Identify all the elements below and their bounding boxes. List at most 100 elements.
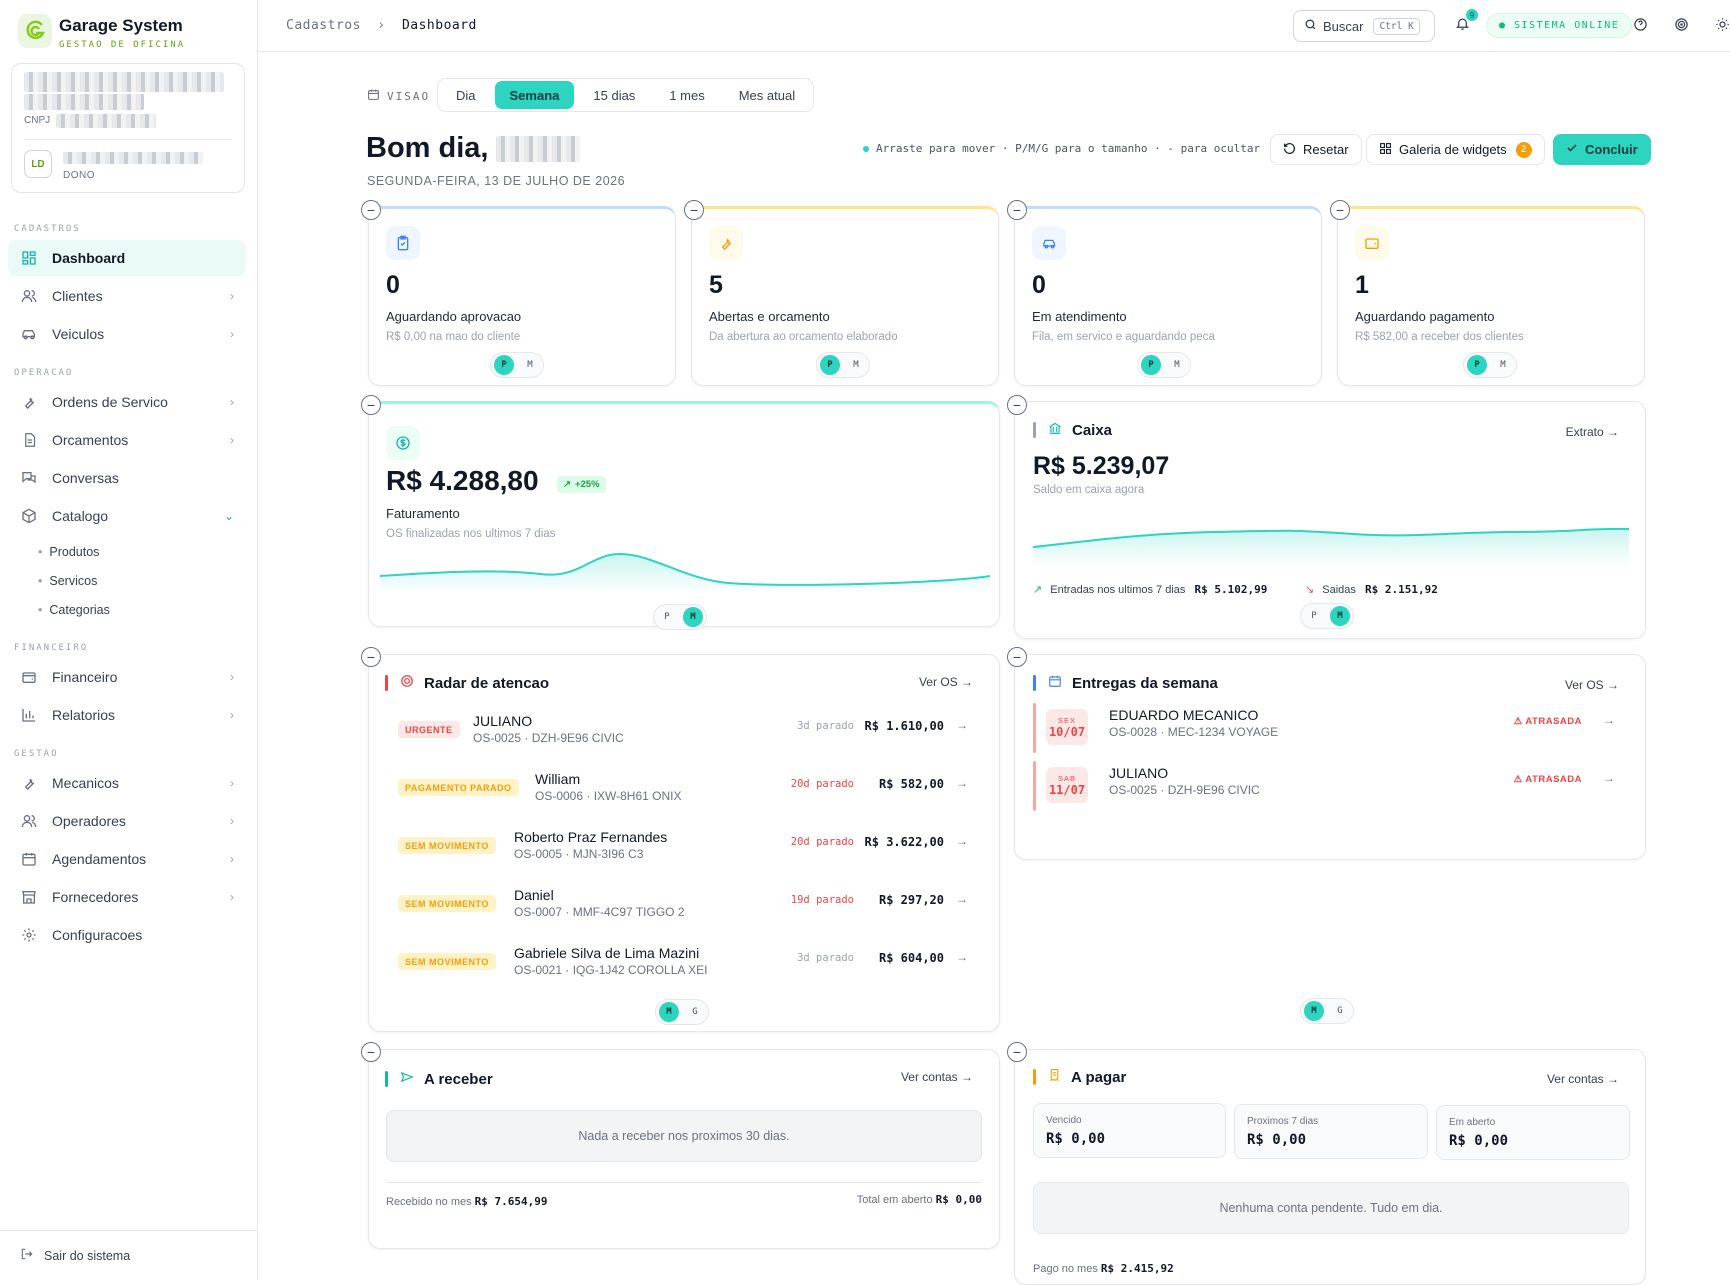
view-option-mes-atual[interactable]: Mes atual [724, 81, 810, 109]
sidebar-item-clientes[interactable]: Clientes › [8, 278, 246, 314]
payables-title-text: A pagar [1071, 1068, 1127, 1086]
arrow-right-icon[interactable]: → [1603, 771, 1615, 785]
done-button[interactable]: Concluir [1553, 134, 1651, 165]
sidebar-item-financeiro[interactable]: Financeiro › [8, 659, 246, 695]
view-option-semana[interactable]: Semana [494, 81, 575, 109]
size-m[interactable]: M [1493, 355, 1513, 375]
remove-widget-button[interactable]: − [361, 1042, 381, 1062]
arrow-right-icon[interactable]: → [1603, 713, 1615, 727]
kpi-value: 0 [1032, 271, 1046, 299]
arrow-right-icon[interactable]: → [956, 892, 968, 906]
remove-widget-button[interactable]: − [1007, 200, 1027, 220]
remove-widget-button[interactable]: − [361, 200, 381, 220]
size-p[interactable]: P [820, 355, 840, 375]
view-accounts-link[interactable]: Ver contas → [901, 1070, 973, 1084]
radar-amount: R$ 604,00 [878, 951, 944, 965]
deliveries-title: Entregas da semana [1033, 674, 1218, 692]
sidebar-item-label: Operadores [52, 813, 126, 829]
kpi-card-em-atendimento[interactable]: 0 Em atendimento Fila, em servico e agua… [1014, 206, 1322, 386]
remove-widget-button[interactable]: − [1007, 1042, 1027, 1062]
reset-button[interactable]: Resetar [1270, 134, 1362, 165]
size-m[interactable]: M [520, 355, 540, 375]
statement-link[interactable]: Extrato → [1566, 425, 1619, 439]
sidebar-item-label: Dashboard [52, 250, 126, 266]
view-option-15-dias[interactable]: 15 dias [578, 81, 650, 109]
size-p[interactable]: P [657, 607, 677, 627]
view-accounts-link[interactable]: Ver contas → [1547, 1072, 1619, 1086]
size-m[interactable]: M [846, 355, 866, 375]
size-p[interactable]: P [494, 355, 514, 375]
kpi-card-aguardando-aprovacao[interactable]: 0 Aguardando aprovacao R$ 0,00 na mao do… [368, 206, 676, 386]
sidebar-item-mecanicos[interactable]: Mecanicos › [8, 765, 246, 801]
sidebar-subitem-servicos[interactable]: Servicos [38, 574, 97, 588]
attention-radar-card[interactable]: Radar de atencao Ver OS → URGENTE JULIANO… [368, 654, 1000, 1032]
view-option-1-mes[interactable]: 1 mes [654, 81, 719, 109]
remove-widget-button[interactable]: − [361, 395, 381, 415]
size-g[interactable]: G [685, 1002, 705, 1022]
kpi-card-aguardando-pagamento[interactable]: 1 Aguardando pagamento R$ 582,00 a receb… [1337, 206, 1645, 386]
payables-card[interactable]: A pagar Ver contas → Vencido R$ 0,00 Prox… [1014, 1049, 1646, 1285]
remove-widget-button[interactable]: − [1007, 647, 1027, 667]
sidebar-item-relatorios[interactable]: Relatorios › [8, 697, 246, 733]
target-icon[interactable] [1674, 17, 1689, 37]
cash-out-value: R$ 2.151,92 [1364, 583, 1438, 596]
sidebar-subitem-produtos[interactable]: Produtos [38, 545, 99, 559]
size-m[interactable]: M [1330, 606, 1350, 626]
sidebar-subitem-categorias[interactable]: Categorias [38, 603, 109, 617]
received-value: R$ 7.654,99 [474, 1195, 548, 1208]
app-root: Garage System GESTAO DE OFICINA CNPJ LD … [0, 0, 1730, 1285]
sidebar-item-configuracoes[interactable]: Configuracoes [8, 917, 246, 953]
sidebar-item-fornecedores[interactable]: Fornecedores › [8, 879, 246, 915]
app-logo[interactable] [18, 14, 52, 48]
view-option-dia[interactable]: Dia [441, 81, 491, 109]
view-os-link[interactable]: Ver OS → [1565, 678, 1619, 692]
radar-amount: R$ 582,00 [878, 777, 944, 791]
breadcrumb-root[interactable]: Cadastros [286, 18, 361, 33]
sidebar-item-dashboard[interactable]: Dashboard [8, 240, 246, 276]
receivables-card[interactable]: A receber Ver contas → Nada a receber no… [368, 1049, 1000, 1249]
remove-widget-button[interactable]: − [684, 200, 704, 220]
sun-icon[interactable] [1715, 17, 1730, 37]
remove-widget-button[interactable]: − [1330, 200, 1350, 220]
cash-card[interactable]: Caixa Extrato → R$ 5.239,07 Saldo em cai… [1014, 401, 1646, 639]
size-m[interactable]: M [1304, 1001, 1324, 1021]
remove-widget-button[interactable]: − [361, 647, 381, 667]
sidebar-item-conversas[interactable]: Conversas [8, 460, 246, 496]
sidebar-item-catalogo[interactable]: Catalogo ⌄ [8, 498, 246, 534]
remove-widget-button[interactable]: − [1007, 395, 1027, 415]
widget-gallery-button[interactable]: Galeria de widgets 2 [1366, 134, 1545, 165]
help-icon[interactable] [1633, 17, 1648, 37]
arrow-right-icon[interactable]: → [956, 776, 968, 790]
size-p[interactable]: P [1467, 355, 1487, 375]
radar-tag: URGENTE [398, 721, 460, 738]
sidebar-item-orcamentos[interactable]: Orcamentos › [8, 422, 246, 458]
status-badge: ● SISTEMA ONLINE [1486, 13, 1633, 38]
sidebar-item-ordens[interactable]: Ordens de Servico › [8, 384, 246, 420]
sidebar-item-operadores[interactable]: Operadores › [8, 803, 246, 839]
chevron-right-icon: › [230, 776, 234, 790]
late-indicator [1033, 703, 1036, 753]
revenue-card[interactable]: R$ 4.288,80 ↗ +25% Faturamento OS finaliz… [368, 401, 1000, 630]
kpi-card-abertas-orcamento[interactable]: 5 Abertas e orcamento Da abertura ao orc… [691, 206, 999, 386]
size-p[interactable]: P [1141, 355, 1161, 375]
logout-button[interactable]: Sair do sistema [0, 1230, 258, 1280]
size-p[interactable]: P [1304, 606, 1324, 626]
sidebar-item-veiculos[interactable]: Veiculos › [8, 316, 246, 352]
notifications-button[interactable]: 9 [1455, 9, 1478, 36]
search-button[interactable]: Buscar Ctrl K [1293, 10, 1435, 42]
arrow-right-icon[interactable]: → [956, 834, 968, 848]
view-os-link[interactable]: Ver OS → [919, 675, 973, 689]
arrow-right-icon[interactable]: → [956, 718, 968, 732]
radar-stopped: 19d parado [790, 894, 854, 906]
weekly-deliveries-card[interactable]: Entregas da semana Ver OS → SEX 10/07 EDUA… [1014, 654, 1646, 860]
size-m[interactable]: M [683, 607, 703, 627]
sidebar-item-label: Clientes [52, 288, 103, 304]
sidebar-item-agendamentos[interactable]: Agendamentos › [8, 841, 246, 877]
size-m[interactable]: M [1167, 355, 1187, 375]
size-g[interactable]: G [1330, 1001, 1350, 1021]
delivery-date-box: SAB 11/07 [1046, 767, 1088, 803]
size-m[interactable]: M [659, 1002, 679, 1022]
arrow-right-icon[interactable]: → [956, 950, 968, 964]
section-cadastros: CADASTROS [14, 224, 81, 234]
company-card[interactable]: CNPJ LD DONO [11, 63, 245, 193]
